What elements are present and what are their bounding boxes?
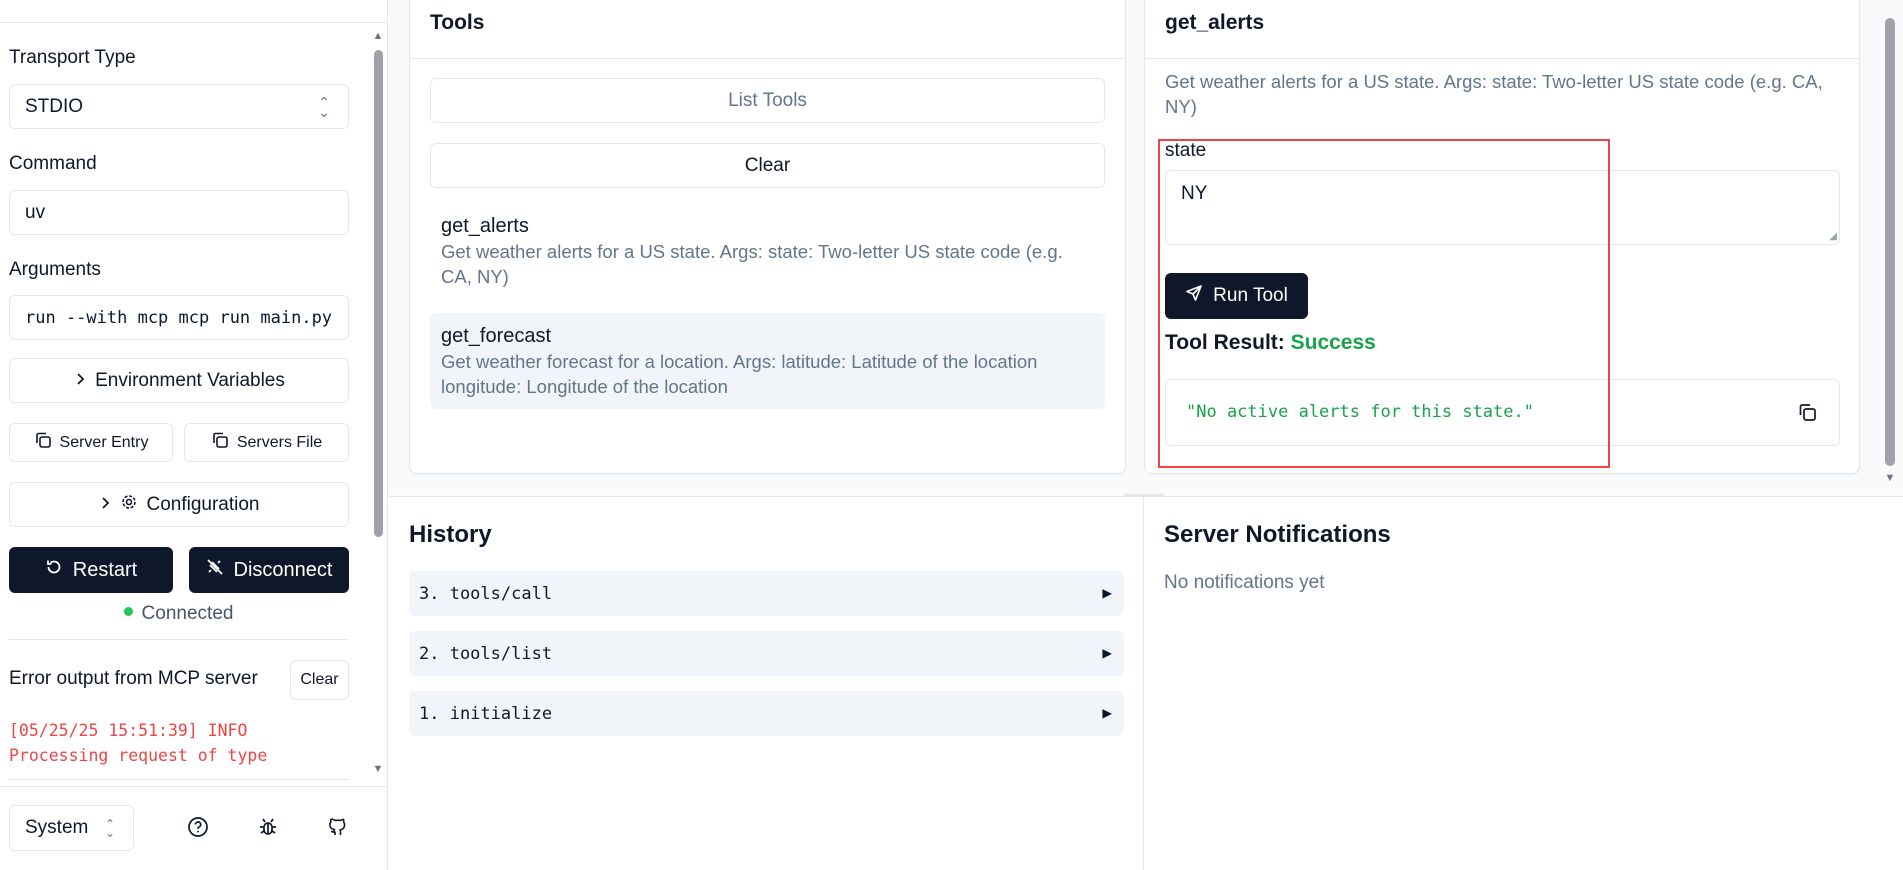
divider (1145, 58, 1859, 59)
configuration-label: Configuration (146, 493, 260, 515)
environment-variables-button[interactable]: Environment Variables (9, 358, 349, 403)
tool-result-status: Success (1290, 331, 1376, 354)
resize-grip-icon[interactable]: ◢ (1829, 231, 1837, 242)
expand-arrow-icon[interactable]: ▶ (1102, 703, 1112, 722)
divider (410, 58, 1125, 59)
tool-detail-card: get_alerts Get weather alerts for a US s… (1144, 0, 1860, 474)
connection-status: Connected (0, 603, 357, 625)
server-entry-button[interactable]: Server Entry (9, 423, 173, 462)
environment-variables-label: Environment Variables (95, 369, 285, 391)
copy-icon[interactable] (1797, 402, 1817, 427)
chevron-updown-icon: ⌃ ⌄ (318, 94, 330, 120)
command-label: Command (9, 153, 97, 174)
tool-detail-description: Get weather alerts for a US state. Args:… (1165, 71, 1823, 117)
bug-icon[interactable] (253, 812, 283, 842)
scroll-down-arrow[interactable]: ▼ (372, 763, 384, 775)
command-value: uv (25, 201, 46, 223)
tools-pane: Tools List Tools Clear get_alerts Get we… (389, 0, 1903, 495)
tool-description: Get weather forecast for a location. Arg… (441, 351, 1038, 397)
arguments-label: Arguments (9, 259, 101, 280)
servers-file-button[interactable]: Servers File (184, 423, 349, 462)
scroll-up-arrow[interactable]: ▲ (372, 30, 384, 42)
history-item[interactable]: 2. tools/list ▶ (409, 631, 1124, 676)
run-tool-button[interactable]: Run Tool (1165, 273, 1308, 319)
tools-pane-scrollbar-thumb[interactable] (1885, 18, 1895, 466)
disconnect-button[interactable]: Disconnect (189, 547, 349, 593)
transport-type-label: Transport Type (9, 47, 136, 68)
arguments-value: run --with mcp mcp run main.py (25, 307, 333, 328)
tool-result-box: "No active alerts for this state." (1165, 379, 1840, 446)
tool-result-heading: Tool Result: Success (1165, 331, 1376, 355)
sidebar-top-divider (0, 22, 388, 23)
vertical-divider (1143, 496, 1144, 870)
list-tools-button[interactable]: List Tools (430, 78, 1105, 123)
status-dot (123, 607, 133, 617)
history-item-label: 3. tools/call (419, 583, 553, 604)
tool-result-label: Tool Result: (1165, 331, 1285, 354)
tool-item-get-forecast[interactable]: get_forecast Get weather forecast for a … (430, 313, 1105, 409)
sidebar: Transport Type STDIO ⌃ ⌄ Command uv Argum… (0, 0, 388, 870)
scroll-down-arrow[interactable]: ▼ (1883, 472, 1897, 484)
state-param-label: state (1165, 140, 1207, 161)
theme-select[interactable]: System ⌃ ⌄ (9, 805, 134, 851)
run-tool-label: Run Tool (1213, 285, 1288, 306)
transport-type-select[interactable]: STDIO ⌃ ⌄ (9, 84, 349, 129)
tools-title: Tools (430, 11, 485, 34)
restart-label: Restart (72, 558, 138, 581)
tool-name: get_forecast (441, 325, 552, 347)
copy-icon (211, 431, 229, 454)
github-icon[interactable] (323, 812, 353, 842)
history-title: History (409, 521, 492, 548)
command-input[interactable]: uv (9, 190, 349, 235)
restart-button[interactable]: Restart (9, 547, 173, 593)
clear-tools-label: Clear (744, 154, 791, 176)
servers-file-label: Servers File (236, 433, 323, 451)
theme-value: System (25, 817, 89, 838)
restart-icon (45, 558, 63, 582)
sidebar-scroll-area: Transport Type STDIO ⌃ ⌄ Command uv Argum… (0, 0, 388, 780)
history-item-label: 2. tools/list (419, 643, 553, 664)
help-icon[interactable] (183, 812, 213, 842)
divider (9, 779, 349, 780)
tool-description: Get weather alerts for a US state. Args:… (441, 241, 1063, 287)
expand-arrow-icon[interactable]: ▶ (1102, 643, 1112, 662)
configuration-button[interactable]: Configuration (9, 482, 349, 527)
error-log: [05/25/25 15:51:39] INFO Processing requ… (9, 721, 268, 765)
disconnect-label: Disconnect (233, 558, 333, 581)
status-text: Connected (141, 603, 234, 624)
tools-card: Tools List Tools Clear get_alerts Get we… (409, 0, 1126, 474)
state-param-value: NY (1181, 183, 1208, 204)
list-tools-label: List Tools (728, 89, 807, 111)
copy-icon (34, 431, 52, 454)
notifications-empty-text: No notifications yet (1164, 572, 1325, 593)
history-item[interactable]: 3. tools/call ▶ (409, 571, 1124, 616)
tool-name: get_alerts (441, 215, 529, 237)
transport-type-value: STDIO (25, 95, 84, 117)
state-param-input[interactable]: NY ◢ (1165, 170, 1840, 245)
server-entry-label: Server Entry (59, 433, 149, 451)
gear-icon (120, 493, 138, 517)
send-icon (1185, 284, 1203, 308)
error-output-title: Error output from MCP server (9, 668, 258, 689)
sidebar-scrollbar-thumb[interactable] (374, 50, 383, 537)
chevron-right-icon (73, 370, 87, 392)
server-notifications-title: Server Notifications (1164, 521, 1391, 548)
history-item[interactable]: 1. initialize ▶ (409, 691, 1124, 736)
arguments-input[interactable]: run --with mcp mcp run main.py (9, 295, 349, 340)
sidebar-footer: System ⌃ ⌄ (0, 786, 388, 870)
chevron-updown-icon: ⌃ ⌄ (104, 817, 115, 840)
tool-item-get-alerts[interactable]: get_alerts Get weather alerts for a US s… (430, 203, 1105, 299)
error-clear-label: Clear (300, 671, 339, 688)
error-clear-button[interactable]: Clear (290, 660, 349, 700)
clear-tools-button[interactable]: Clear (430, 143, 1105, 188)
expand-arrow-icon[interactable]: ▶ (1102, 583, 1112, 602)
tool-detail-title: get_alerts (1165, 11, 1265, 34)
unplug-icon (206, 558, 224, 582)
chevron-right-icon (98, 494, 112, 516)
history-item-label: 1. initialize (419, 703, 553, 724)
tool-result-text: "No active alerts for this state." (1186, 402, 1534, 422)
divider (9, 639, 349, 640)
bottom-pane: History 3. tools/call ▶ 2. tools/list ▶ … (389, 496, 1903, 870)
